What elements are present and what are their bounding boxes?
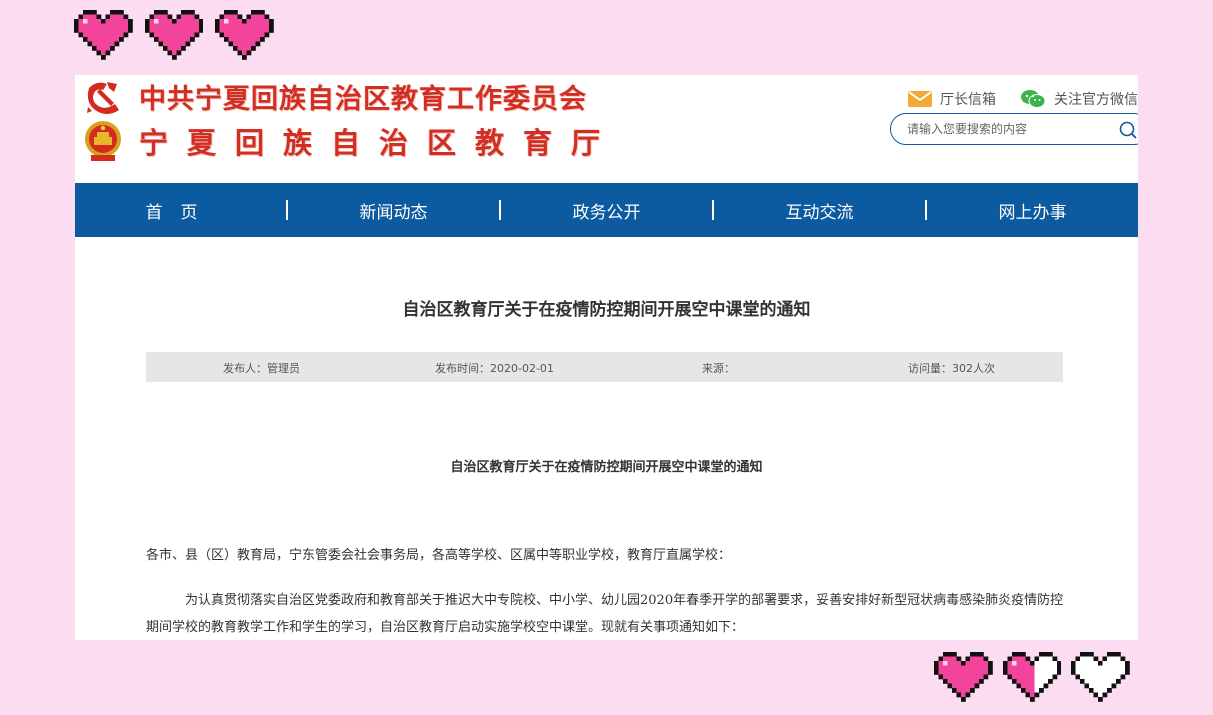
- article-salutation: 各市、县（区）教育局，宁东管委会社会事务局，各高等学校、区属中等职业学校，教育厅…: [146, 548, 732, 563]
- nav-item-online-services[interactable]: 网上办事: [927, 198, 1138, 223]
- party-emblem-icon: [87, 81, 119, 114]
- education-department-line: 宁夏回族自治区教育厅: [83, 119, 619, 163]
- decorative-hearts-top: [74, 10, 274, 60]
- empty-heart-icon: [1071, 652, 1130, 702]
- nav-item-news[interactable]: 新闻动态: [288, 198, 499, 223]
- education-department-title: 宁夏回族自治区教育厅: [139, 126, 620, 160]
- search-input[interactable]: [905, 121, 1109, 137]
- follow-wechat-link[interactable]: 关注官方微信: [1020, 89, 1138, 109]
- article-paragraph: 为认真贯彻落实自治区党委政府和教育部关于推迟大中专院校、中小学、幼儿园2020年…: [146, 593, 1064, 635]
- article-meta-bar: 发布人：管理员 发布时间：2020-02-01 来源： 访问量：302人次: [146, 352, 1063, 382]
- decorative-hearts-bottom: [934, 652, 1130, 702]
- nav-item-interaction[interactable]: 互动交流: [714, 198, 925, 223]
- browser-page: 中共宁夏回族自治区教育工作委员会 宁夏回族自治区教育厅 厅长信箱 关注官方微信 …: [75, 75, 1138, 640]
- wechat-icon: [1021, 90, 1046, 108]
- full-heart-icon: [934, 652, 993, 702]
- search-icon[interactable]: [1119, 121, 1138, 141]
- site-header: 中共宁夏回族自治区教育工作委员会 宁夏回族自治区教育厅 厅长信箱 关注官方微信 …: [75, 75, 1138, 183]
- article-title: 自治区教育厅关于在疫情防控期间开展空中课堂的通知: [402, 300, 811, 320]
- nav-item-home[interactable]: 首页: [75, 198, 286, 223]
- meta-source: 来源：: [702, 362, 735, 375]
- director-mailbox-link[interactable]: 厅长信箱: [908, 89, 996, 109]
- meta-views: 访问量：302人次: [908, 362, 995, 375]
- main-nav: 首页 新闻动态 政务公开 互动交流 网上办事: [75, 183, 1138, 237]
- header-tools: 厅长信箱 关注官方微信: [908, 89, 1138, 109]
- director-mailbox-label: 厅长信箱: [940, 92, 996, 108]
- mail-icon: [908, 91, 932, 107]
- full-heart-icon: [74, 10, 133, 60]
- half-heart-icon: [1002, 652, 1061, 702]
- search-box: [890, 113, 1138, 145]
- national-emblem-icon: [85, 121, 121, 161]
- party-committee-title: 中共宁夏回族自治区教育工作委员会: [139, 84, 587, 115]
- party-committee-line: 中共宁夏回族自治区教育工作委员会: [83, 77, 587, 116]
- meta-publish-time: 发布时间：2020-02-01: [435, 362, 554, 375]
- follow-wechat-label: 关注官方微信: [1054, 92, 1138, 108]
- meta-publisher: 发布人：管理员: [223, 362, 300, 375]
- article-body-title: 自治区教育厅关于在疫情防控期间开展空中课堂的通知: [450, 460, 763, 475]
- nav-item-government-affairs[interactable]: 政务公开: [501, 198, 712, 223]
- full-heart-icon: [215, 10, 274, 60]
- full-heart-icon: [144, 10, 203, 60]
